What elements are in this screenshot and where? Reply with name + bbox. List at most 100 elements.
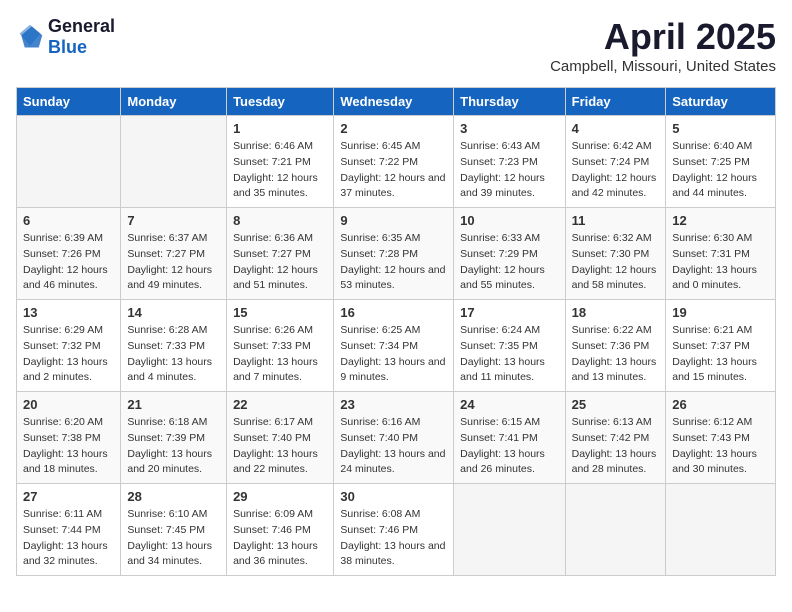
logo-general: General bbox=[48, 16, 115, 36]
day-number: 7 bbox=[127, 213, 220, 228]
header: General Blue April 2025 Campbell, Missou… bbox=[16, 16, 776, 75]
day-detail: Sunrise: 6:24 AMSunset: 7:35 PMDaylight:… bbox=[460, 323, 558, 386]
calendar-cell: 20Sunrise: 6:20 AMSunset: 7:38 PMDayligh… bbox=[17, 392, 121, 484]
calendar-cell: 29 Sunrise: 6:09 AMSunset: 7:46 PMDayligh… bbox=[227, 484, 334, 576]
calendar-cell: 22 Sunrise: 6:17 AMSunset: 7:40 PMDayligh… bbox=[227, 392, 334, 484]
header-day: Wednesday bbox=[334, 88, 454, 116]
calendar-cell: 6 Sunrise: 6:39 AMSunset: 7:26 PMDaylight… bbox=[17, 208, 121, 300]
day-number: 30 bbox=[340, 489, 447, 504]
day-number: 27 bbox=[23, 489, 114, 504]
header-row: SundayMondayTuesdayWednesdayThursdayFrid… bbox=[17, 88, 776, 116]
day-number: 25 bbox=[572, 397, 660, 412]
day-number: 17 bbox=[460, 305, 558, 320]
calendar-cell: 18 Sunrise: 6:22 AMSunset: 7:36 PMDayligh… bbox=[565, 300, 666, 392]
day-number: 29 bbox=[233, 489, 327, 504]
day-detail: Sunrise: 6:21 AMSunset: 7:37 PMDaylight:… bbox=[672, 323, 769, 386]
day-number: 1 bbox=[233, 121, 327, 136]
calendar-cell bbox=[666, 484, 776, 576]
day-detail: Sunrise: 6:16 AMSunset: 7:40 PMDaylight:… bbox=[340, 415, 447, 478]
logo-text: General Blue bbox=[48, 16, 115, 58]
day-number: 28 bbox=[127, 489, 220, 504]
calendar-cell: 16 Sunrise: 6:25 AMSunset: 7:34 PMDayligh… bbox=[334, 300, 454, 392]
day-number: 4 bbox=[572, 121, 660, 136]
day-number: 23 bbox=[340, 397, 447, 412]
day-detail: Sunrise: 6:10 AMSunset: 7:45 PMDaylight:… bbox=[127, 507, 220, 570]
calendar-cell: 4 Sunrise: 6:42 AMSunset: 7:24 PMDaylight… bbox=[565, 116, 666, 208]
day-number: 10 bbox=[460, 213, 558, 228]
day-number: 15 bbox=[233, 305, 327, 320]
day-number: 3 bbox=[460, 121, 558, 136]
calendar-cell bbox=[454, 484, 565, 576]
day-number: 6 bbox=[23, 213, 114, 228]
header-day: Thursday bbox=[454, 88, 565, 116]
calendar-table: SundayMondayTuesdayWednesdayThursdayFrid… bbox=[16, 87, 776, 576]
day-detail: Sunrise: 6:36 AMSunset: 7:27 PMDaylight:… bbox=[233, 231, 327, 294]
day-detail: Sunrise: 6:09 AMSunset: 7:46 PMDaylight:… bbox=[233, 507, 327, 570]
calendar-week: 13Sunrise: 6:29 AMSunset: 7:32 PMDayligh… bbox=[17, 300, 776, 392]
calendar-cell: 17 Sunrise: 6:24 AMSunset: 7:35 PMDayligh… bbox=[454, 300, 565, 392]
calendar-cell: 2 Sunrise: 6:45 AMSunset: 7:22 PMDaylight… bbox=[334, 116, 454, 208]
day-number: 18 bbox=[572, 305, 660, 320]
day-number: 8 bbox=[233, 213, 327, 228]
day-detail: Sunrise: 6:20 AMSunset: 7:38 PMDaylight:… bbox=[23, 415, 114, 478]
calendar-cell: 10 Sunrise: 6:33 AMSunset: 7:29 PMDayligh… bbox=[454, 208, 565, 300]
title-area: April 2025 Campbell, Missouri, United St… bbox=[550, 16, 776, 75]
logo-icon bbox=[16, 23, 44, 51]
day-detail: Sunrise: 6:28 AMSunset: 7:33 PMDaylight:… bbox=[127, 323, 220, 386]
day-detail: Sunrise: 6:30 AMSunset: 7:31 PMDaylight:… bbox=[672, 231, 769, 294]
day-number: 11 bbox=[572, 213, 660, 228]
day-number: 24 bbox=[460, 397, 558, 412]
calendar-cell: 30 Sunrise: 6:08 AMSunset: 7:46 PMDayligh… bbox=[334, 484, 454, 576]
day-detail: Sunrise: 6:39 AMSunset: 7:26 PMDaylight:… bbox=[23, 231, 114, 294]
day-detail: Sunrise: 6:08 AMSunset: 7:46 PMDaylight:… bbox=[340, 507, 447, 570]
day-number: 22 bbox=[233, 397, 327, 412]
day-detail: Sunrise: 6:32 AMSunset: 7:30 PMDaylight:… bbox=[572, 231, 660, 294]
day-detail: Sunrise: 6:45 AMSunset: 7:22 PMDaylight:… bbox=[340, 139, 447, 202]
calendar-week: 6 Sunrise: 6:39 AMSunset: 7:26 PMDaylight… bbox=[17, 208, 776, 300]
calendar-cell: 5Sunrise: 6:40 AMSunset: 7:25 PMDaylight… bbox=[666, 116, 776, 208]
day-detail: Sunrise: 6:42 AMSunset: 7:24 PMDaylight:… bbox=[572, 139, 660, 202]
calendar-cell: 14 Sunrise: 6:28 AMSunset: 7:33 PMDayligh… bbox=[121, 300, 227, 392]
day-number: 12 bbox=[672, 213, 769, 228]
subtitle: Campbell, Missouri, United States bbox=[550, 58, 776, 75]
day-detail: Sunrise: 6:35 AMSunset: 7:28 PMDaylight:… bbox=[340, 231, 447, 294]
calendar-header: SundayMondayTuesdayWednesdayThursdayFrid… bbox=[17, 88, 776, 116]
day-detail: Sunrise: 6:22 AMSunset: 7:36 PMDaylight:… bbox=[572, 323, 660, 386]
day-detail: Sunrise: 6:17 AMSunset: 7:40 PMDaylight:… bbox=[233, 415, 327, 478]
day-detail: Sunrise: 6:26 AMSunset: 7:33 PMDaylight:… bbox=[233, 323, 327, 386]
header-day: Sunday bbox=[17, 88, 121, 116]
header-day: Saturday bbox=[666, 88, 776, 116]
calendar-cell: 1 Sunrise: 6:46 AMSunset: 7:21 PMDaylight… bbox=[227, 116, 334, 208]
day-number: 26 bbox=[672, 397, 769, 412]
day-detail: Sunrise: 6:11 AMSunset: 7:44 PMDaylight:… bbox=[23, 507, 114, 570]
calendar-week: 1 Sunrise: 6:46 AMSunset: 7:21 PMDaylight… bbox=[17, 116, 776, 208]
calendar-cell bbox=[17, 116, 121, 208]
calendar-cell: 24 Sunrise: 6:15 AMSunset: 7:41 PMDayligh… bbox=[454, 392, 565, 484]
day-number: 19 bbox=[672, 305, 769, 320]
calendar-cell: 25Sunrise: 6:13 AMSunset: 7:42 PMDayligh… bbox=[565, 392, 666, 484]
day-detail: Sunrise: 6:46 AMSunset: 7:21 PMDaylight:… bbox=[233, 139, 327, 202]
calendar-cell: 15 Sunrise: 6:26 AMSunset: 7:33 PMDayligh… bbox=[227, 300, 334, 392]
day-detail: Sunrise: 6:29 AMSunset: 7:32 PMDaylight:… bbox=[23, 323, 114, 386]
calendar-cell: 26Sunrise: 6:12 AMSunset: 7:43 PMDayligh… bbox=[666, 392, 776, 484]
day-number: 14 bbox=[127, 305, 220, 320]
day-number: 16 bbox=[340, 305, 447, 320]
day-number: 21 bbox=[127, 397, 220, 412]
day-detail: Sunrise: 6:43 AMSunset: 7:23 PMDaylight:… bbox=[460, 139, 558, 202]
day-detail: Sunrise: 6:33 AMSunset: 7:29 PMDaylight:… bbox=[460, 231, 558, 294]
calendar-cell: 21Sunrise: 6:18 AMSunset: 7:39 PMDayligh… bbox=[121, 392, 227, 484]
day-detail: Sunrise: 6:37 AMSunset: 7:27 PMDaylight:… bbox=[127, 231, 220, 294]
day-detail: Sunrise: 6:25 AMSunset: 7:34 PMDaylight:… bbox=[340, 323, 447, 386]
header-day: Friday bbox=[565, 88, 666, 116]
calendar-cell bbox=[121, 116, 227, 208]
header-day: Monday bbox=[121, 88, 227, 116]
day-detail: Sunrise: 6:15 AMSunset: 7:41 PMDaylight:… bbox=[460, 415, 558, 478]
logo-blue: Blue bbox=[48, 37, 87, 57]
logo: General Blue bbox=[16, 16, 115, 58]
header-day: Tuesday bbox=[227, 88, 334, 116]
day-number: 9 bbox=[340, 213, 447, 228]
calendar-week: 27 Sunrise: 6:11 AMSunset: 7:44 PMDayligh… bbox=[17, 484, 776, 576]
calendar-cell: 19 Sunrise: 6:21 AMSunset: 7:37 PMDayligh… bbox=[666, 300, 776, 392]
day-number: 2 bbox=[340, 121, 447, 136]
calendar-cell: 7 Sunrise: 6:37 AMSunset: 7:27 PMDaylight… bbox=[121, 208, 227, 300]
